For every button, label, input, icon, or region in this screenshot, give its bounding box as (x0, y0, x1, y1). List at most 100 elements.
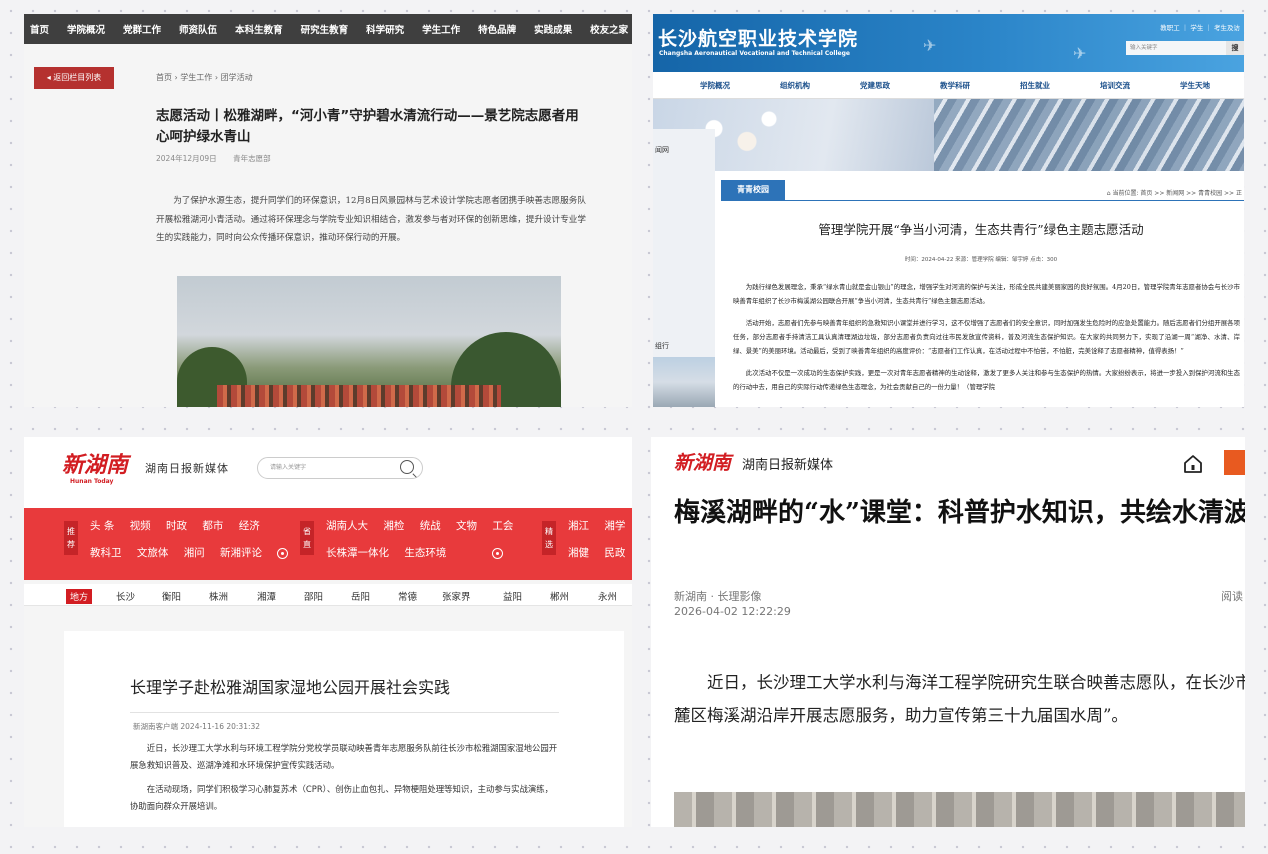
channel-item[interactable]: 新湘评论 (220, 547, 262, 559)
breadcrumb-text: 当前位置: 首页 >> 新闻网 >> 青青校园 >> 正 (1112, 190, 1242, 197)
top-links[interactable]: 教职工 ｜ 学生 ｜ 考生及访 (1160, 22, 1240, 32)
article-source: 新湖南 · 长理影像 (674, 590, 762, 603)
channel-row: 长株潭一体化 生态环境 (326, 545, 515, 560)
section-tab[interactable]: 青青校园 (721, 180, 785, 200)
channel-item[interactable]: 文旅体 (137, 547, 169, 559)
channel-item[interactable]: 文物 (456, 520, 477, 532)
city-link[interactable]: 长沙 (116, 589, 135, 603)
nav-item[interactable]: 特色品牌 (478, 22, 516, 36)
college-logo[interactable]: 长沙航空职业技术学院 (658, 24, 858, 51)
channel-item[interactable]: 时政 (166, 520, 187, 532)
channel-item[interactable]: 头 条 (90, 520, 114, 532)
channel-item[interactable]: 湘学 (604, 520, 625, 532)
article-paragraph: 此次活动不仅是一次成功的生态保护实践，更是一次对青年志愿者精神的生动诠释，激发了… (733, 369, 1240, 391)
article-meta: 2024年12月09日 青年志愿部 (156, 153, 285, 164)
channel-item[interactable]: 湘健 (568, 547, 589, 559)
main-nav: 学院概况 组织机构 党建思政 教学科研 招生就业 培训交流 学生天地 (653, 72, 1244, 99)
nav-item[interactable]: 教学科研 (940, 80, 970, 91)
college-logo-en: Changsha Aeronautical Vocational and Tec… (659, 50, 850, 57)
back-label: 返回栏目列表 (53, 73, 102, 82)
nav-item[interactable]: 本科生教育 (235, 22, 283, 36)
sidebar-label[interactable]: 组行 (655, 341, 669, 351)
article-photo (674, 792, 1245, 827)
search-input[interactable]: 请输入关键字 (257, 457, 423, 479)
nav-item[interactable]: 首页 (30, 22, 49, 36)
nav-item[interactable]: 学院概况 (700, 80, 730, 91)
screenshot-hunan-today-1: 新湖南 Hunan Today 湖南日报新媒体 请输入关键字 推荐 头 条 视频… (24, 437, 632, 827)
airplane-icon: ✈ (1073, 44, 1087, 63)
channel-item[interactable]: 都市 (202, 520, 223, 532)
city-link[interactable]: 永州 (598, 589, 617, 603)
channel-item[interactable]: 湘问 (184, 547, 205, 559)
channel-tag: 精选 (542, 521, 556, 555)
search-icon[interactable] (400, 460, 414, 474)
left-sidebar: 闻网 组行 (653, 129, 715, 407)
channel-row: 湖南人大 湘检 统战 文物 工会 (326, 518, 525, 533)
channel-item[interactable]: 民政 (604, 547, 625, 559)
article-body: 为践行绿色发展理念，秉承“绿水青山就是金山银山”的理念，增强学生对河流的保护与关… (733, 280, 1240, 402)
channel-menu: 推荐 头 条 视频 时政 都市 经济 教科卫 文旅体 湘问 新湘评论 省直 湖南… (24, 508, 632, 580)
nav-item[interactable]: 校友之家 (590, 22, 628, 36)
nav-item[interactable]: 实践成果 (534, 22, 572, 36)
city-link[interactable]: 常德 (398, 589, 417, 603)
article-title: 梅溪湖畔的“水”课堂：科普护水知识，共绘水清波 (674, 498, 1245, 528)
site-header: 长沙航空职业技术学院 Changsha Aeronautical Vocatio… (653, 14, 1244, 72)
channel-item[interactable]: 教科卫 (90, 547, 122, 559)
photo-crowd (217, 385, 501, 407)
channel-item[interactable]: 长株潭一体化 (326, 547, 389, 559)
channel-row: 湘健 民政 (568, 545, 632, 560)
hunan-today-logo[interactable]: 新湖南 (674, 448, 731, 475)
article-meta: 时间：2024-04-22 来源：管理学院 编辑：邹宇婷 点击：300 (904, 257, 1058, 263)
back-to-list-button[interactable]: ◂ 返回栏目列表 (34, 67, 114, 89)
nav-item[interactable]: 党群工作 (123, 22, 161, 36)
banner-building (934, 99, 1244, 171)
channel-item[interactable]: 视频 (130, 520, 151, 532)
channel-item[interactable]: 湘江 (568, 520, 589, 532)
city-link[interactable]: 益阳 (503, 589, 522, 603)
channel-item[interactable]: 湖南人大 (326, 520, 368, 532)
city-link[interactable]: 邵阳 (304, 589, 323, 603)
screenshot-college-news-2: 长沙航空职业技术学院 Changsha Aeronautical Vocatio… (653, 14, 1244, 407)
nav-item[interactable]: 党建思政 (860, 80, 890, 91)
search-button[interactable]: 搜 (1226, 41, 1244, 55)
channel-item[interactable]: 生态环境 (404, 547, 446, 559)
city-link[interactable]: 郴州 (550, 589, 569, 603)
hunan-today-logo[interactable]: 新湖南 (62, 447, 128, 479)
nav-item[interactable]: 组织机构 (780, 80, 810, 91)
city-link[interactable]: 衡阳 (162, 589, 181, 603)
article-body: 近日，长沙理工大学水利与环境工程学院分党校学员联动映善青年志愿服务队前往长沙市松… (130, 740, 560, 822)
article-paragraph: 在活动现场，同学们积极学习心肺复苏术（CPR）、创伤止血包扎、异物梗阻处理等知识… (130, 784, 553, 811)
city-link[interactable]: 岳阳 (351, 589, 370, 603)
channel-item[interactable]: 湘检 (383, 520, 404, 532)
menu-button[interactable] (1224, 450, 1245, 475)
city-link[interactable]: 株洲 (209, 589, 228, 603)
article-paragraph: 活动开始，志愿者们先参与映善青年组织的急救知识小课堂并进行学习，这不仅增强了志愿… (733, 319, 1240, 355)
more-icon[interactable] (491, 547, 503, 559)
nav-item[interactable]: 学生工作 (422, 22, 460, 36)
channel-item[interactable]: 经济 (239, 520, 260, 532)
channel-tag: 推荐 (64, 521, 78, 555)
nav-item[interactable]: 研究生教育 (301, 22, 349, 36)
read-count-label: 阅读 (1221, 590, 1243, 603)
nav-item[interactable]: 学院概况 (67, 22, 105, 36)
sidebar-label[interactable]: 闻网 (655, 145, 669, 155)
city-link[interactable]: 张家界 (442, 589, 471, 603)
city-link[interactable]: 湘潭 (257, 589, 276, 603)
channel-row: 头 条 视频 时政 都市 经济 (90, 518, 272, 533)
channel-item[interactable]: 统战 (420, 520, 441, 532)
article-card: 长理学子赴松雅湖国家湿地公园开展社会实践 新湖南客户端 2024-11-16 2… (64, 631, 624, 827)
nav-item[interactable]: 学生天地 (1180, 80, 1210, 91)
search-input[interactable]: 输入关键字 (1126, 41, 1226, 55)
nav-item[interactable]: 科学研究 (366, 22, 404, 36)
channel-row: 湘江 湘学 (568, 518, 632, 533)
nav-item[interactable]: 招生就业 (1020, 80, 1050, 91)
channel-item[interactable]: 工会 (492, 520, 513, 532)
home-icon[interactable] (1183, 454, 1203, 474)
sidebar-image (653, 357, 715, 407)
region-label[interactable]: 地方 (66, 589, 93, 604)
more-icon[interactable] (277, 547, 289, 559)
nav-item[interactable]: 培训交流 (1100, 80, 1130, 91)
nav-item[interactable]: 师资队伍 (179, 22, 217, 36)
top-nav: 首页 学院概况 党群工作 师资队伍 本科生教育 研究生教育 科学研究 学生工作 … (24, 14, 632, 44)
brand-name: 湖南日报新媒体 (742, 458, 834, 473)
